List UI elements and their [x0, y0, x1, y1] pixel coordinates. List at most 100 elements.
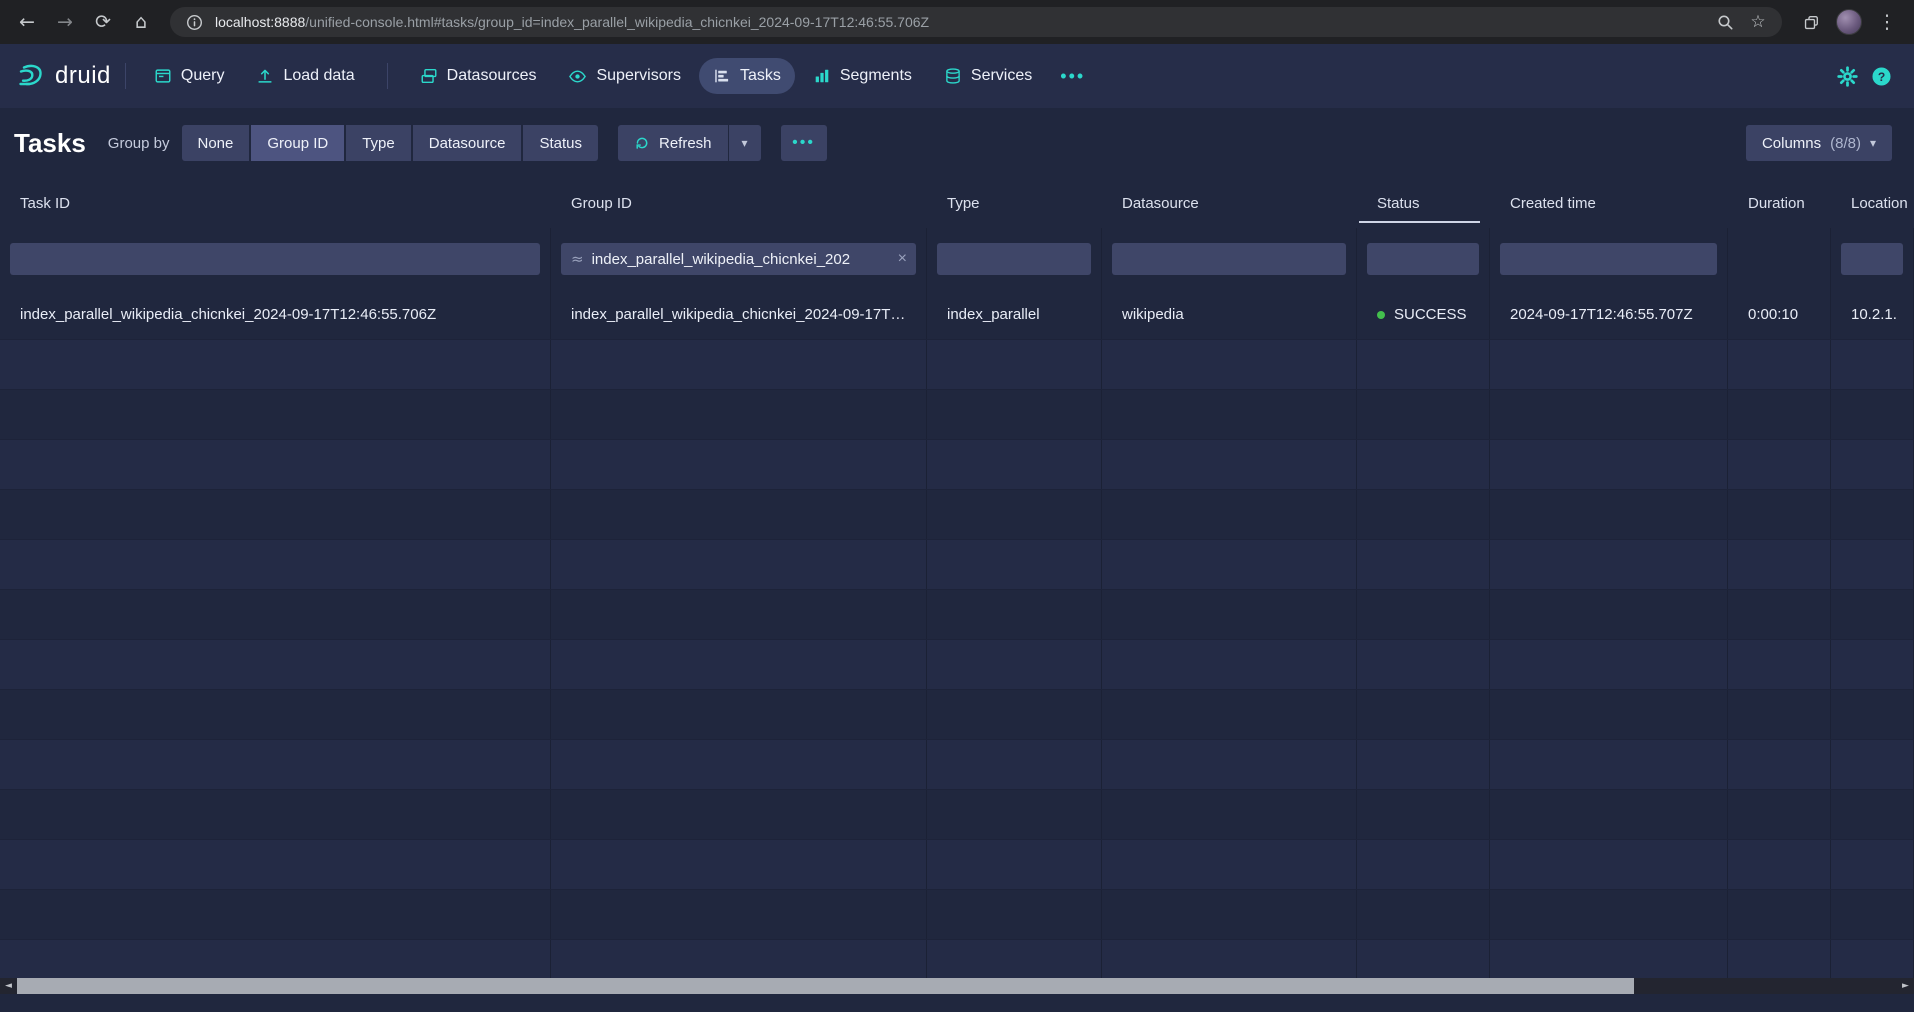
browser-menu-icon[interactable]: ⋮ — [1870, 5, 1904, 39]
table-row-empty — [0, 790, 1914, 840]
table-cell-empty — [1490, 490, 1728, 539]
cell-location: 10.2.1. — [1831, 290, 1914, 339]
scrollbar-track[interactable] — [17, 978, 1897, 994]
table-cell-empty — [1490, 440, 1728, 489]
status-filter-input[interactable] — [1367, 243, 1479, 275]
table-row[interactable]: index_parallel_wikipedia_chicnkei_2024-0… — [0, 290, 1914, 340]
group-by-status-button[interactable]: Status — [523, 125, 598, 161]
column-header-task-id[interactable]: Task ID — [0, 178, 551, 228]
group-by-buttons: None Group ID Type Datasource Status — [182, 125, 599, 161]
table-cell-empty — [1102, 940, 1357, 978]
column-header-duration[interactable]: Duration — [1728, 178, 1831, 228]
browser-chrome: ← → ⟳ ⌂ localhost:8888/unified-console.h… — [0, 0, 1914, 44]
nav-query[interactable]: Query — [140, 58, 239, 94]
horizontal-scrollbar[interactable]: ◄ ► — [0, 978, 1914, 994]
type-filter-input[interactable] — [937, 243, 1091, 275]
table-cell-empty — [927, 890, 1102, 939]
reload-button[interactable]: ⟳ — [86, 5, 120, 39]
table-cell-empty — [1357, 740, 1490, 789]
cell-task-id: index_parallel_wikipedia_chicnkei_2024-0… — [0, 290, 551, 339]
table-cell-empty — [551, 790, 927, 839]
nav-more-icon[interactable]: ••• — [1050, 58, 1095, 94]
table-filter-row: ≈ index_parallel_wikipedia_chicnkei_202 … — [0, 228, 1914, 290]
column-header-group-id[interactable]: Group ID — [551, 178, 927, 228]
created-time-filter-input[interactable] — [1500, 243, 1717, 275]
table-cell-empty — [1102, 640, 1357, 689]
help-icon[interactable]: ? — [1864, 59, 1898, 93]
group-by-group-id-button[interactable]: Group ID — [251, 125, 344, 161]
refresh-button[interactable]: Refresh — [618, 125, 728, 161]
table-cell-empty — [1831, 340, 1914, 389]
nav-load-data[interactable]: Load data — [242, 58, 368, 94]
column-header-location[interactable]: Location — [1831, 178, 1914, 228]
table-cell-empty — [551, 940, 927, 978]
nav-label: Tasks — [740, 67, 781, 85]
columns-button[interactable]: Columns (8/8) ▾ — [1746, 125, 1892, 161]
location-filter-input[interactable] — [1841, 243, 1903, 275]
group-by-datasource-button[interactable]: Datasource — [413, 125, 522, 161]
nav-label: Segments — [840, 67, 912, 85]
extensions-icon[interactable] — [1794, 5, 1828, 39]
site-info-icon[interactable] — [182, 10, 206, 34]
header-divider — [125, 63, 126, 89]
forward-button[interactable]: → — [48, 5, 82, 39]
task-id-filter-input[interactable] — [10, 243, 540, 275]
filter-cell-datasource — [1102, 228, 1357, 290]
url-host: localhost:8888 — [215, 14, 305, 30]
filter-cell-task-id — [0, 228, 551, 290]
bookmark-star-icon[interactable]: ☆ — [1746, 10, 1770, 34]
nav-tasks[interactable]: Tasks — [699, 58, 795, 94]
table-cell-empty — [1102, 690, 1357, 739]
nav-label: Services — [971, 67, 1032, 85]
column-header-type[interactable]: Type — [927, 178, 1102, 228]
table-cell-empty — [1831, 640, 1914, 689]
table-cell-empty — [0, 940, 551, 978]
filter-cell-created-time — [1490, 228, 1728, 290]
table-cell-empty — [1490, 390, 1728, 439]
cell-type: index_parallel — [927, 290, 1102, 339]
clear-filter-icon[interactable]: × — [898, 250, 907, 268]
scrollbar-thumb[interactable] — [17, 978, 1634, 994]
nav-supervisors[interactable]: Supervisors — [554, 58, 694, 94]
druid-logo-icon — [16, 61, 46, 91]
column-header-datasource[interactable]: Datasource — [1102, 178, 1357, 228]
table-cell-empty — [927, 940, 1102, 978]
table-cell-empty — [0, 840, 551, 889]
scroll-left-arrow-icon[interactable]: ◄ — [0, 978, 17, 994]
column-header-created-time[interactable]: Created time — [1490, 178, 1728, 228]
svg-text:?: ? — [1877, 69, 1884, 83]
home-button[interactable]: ⌂ — [124, 5, 158, 39]
tasks-icon — [713, 67, 731, 85]
group-by-none-button[interactable]: None — [182, 125, 250, 161]
zoom-icon[interactable] — [1713, 10, 1737, 34]
table-cell-empty — [927, 590, 1102, 639]
nav-datasources[interactable]: Datasources — [406, 58, 551, 94]
table-cell-empty — [1357, 890, 1490, 939]
cell-created-time: 2024-09-17T12:46:55.707Z — [1490, 290, 1728, 339]
nav-segments[interactable]: Segments — [799, 58, 926, 94]
table-cell-empty — [1831, 590, 1914, 639]
table-cell-empty — [551, 890, 927, 939]
match-filter-icon: ≈ — [571, 250, 584, 268]
table-cell-empty — [927, 440, 1102, 489]
druid-brand[interactable]: druid — [16, 61, 111, 91]
refresh-dropdown-button[interactable]: ▾ — [729, 125, 761, 161]
table-cell-empty — [551, 690, 927, 739]
table-cell-empty — [1728, 740, 1831, 789]
table-row-empty — [0, 590, 1914, 640]
settings-gear-icon[interactable] — [1830, 59, 1864, 93]
profile-avatar[interactable] — [1836, 9, 1862, 35]
table-cell-empty — [551, 340, 927, 389]
table-cell-empty — [1490, 890, 1728, 939]
table-cell-empty — [1831, 890, 1914, 939]
back-button[interactable]: ← — [10, 5, 44, 39]
column-header-status[interactable]: Status — [1357, 178, 1490, 228]
scroll-right-arrow-icon[interactable]: ► — [1897, 978, 1914, 994]
more-actions-button[interactable]: ••• — [781, 125, 827, 161]
nav-services[interactable]: Services — [930, 58, 1046, 94]
datasource-filter-input[interactable] — [1112, 243, 1346, 275]
table-cell-empty — [1831, 940, 1914, 978]
group-by-type-button[interactable]: Type — [346, 125, 411, 161]
url-bar[interactable]: localhost:8888/unified-console.html#task… — [170, 7, 1782, 37]
group-id-filter-tag[interactable]: ≈ index_parallel_wikipedia_chicnkei_202 … — [561, 243, 916, 275]
